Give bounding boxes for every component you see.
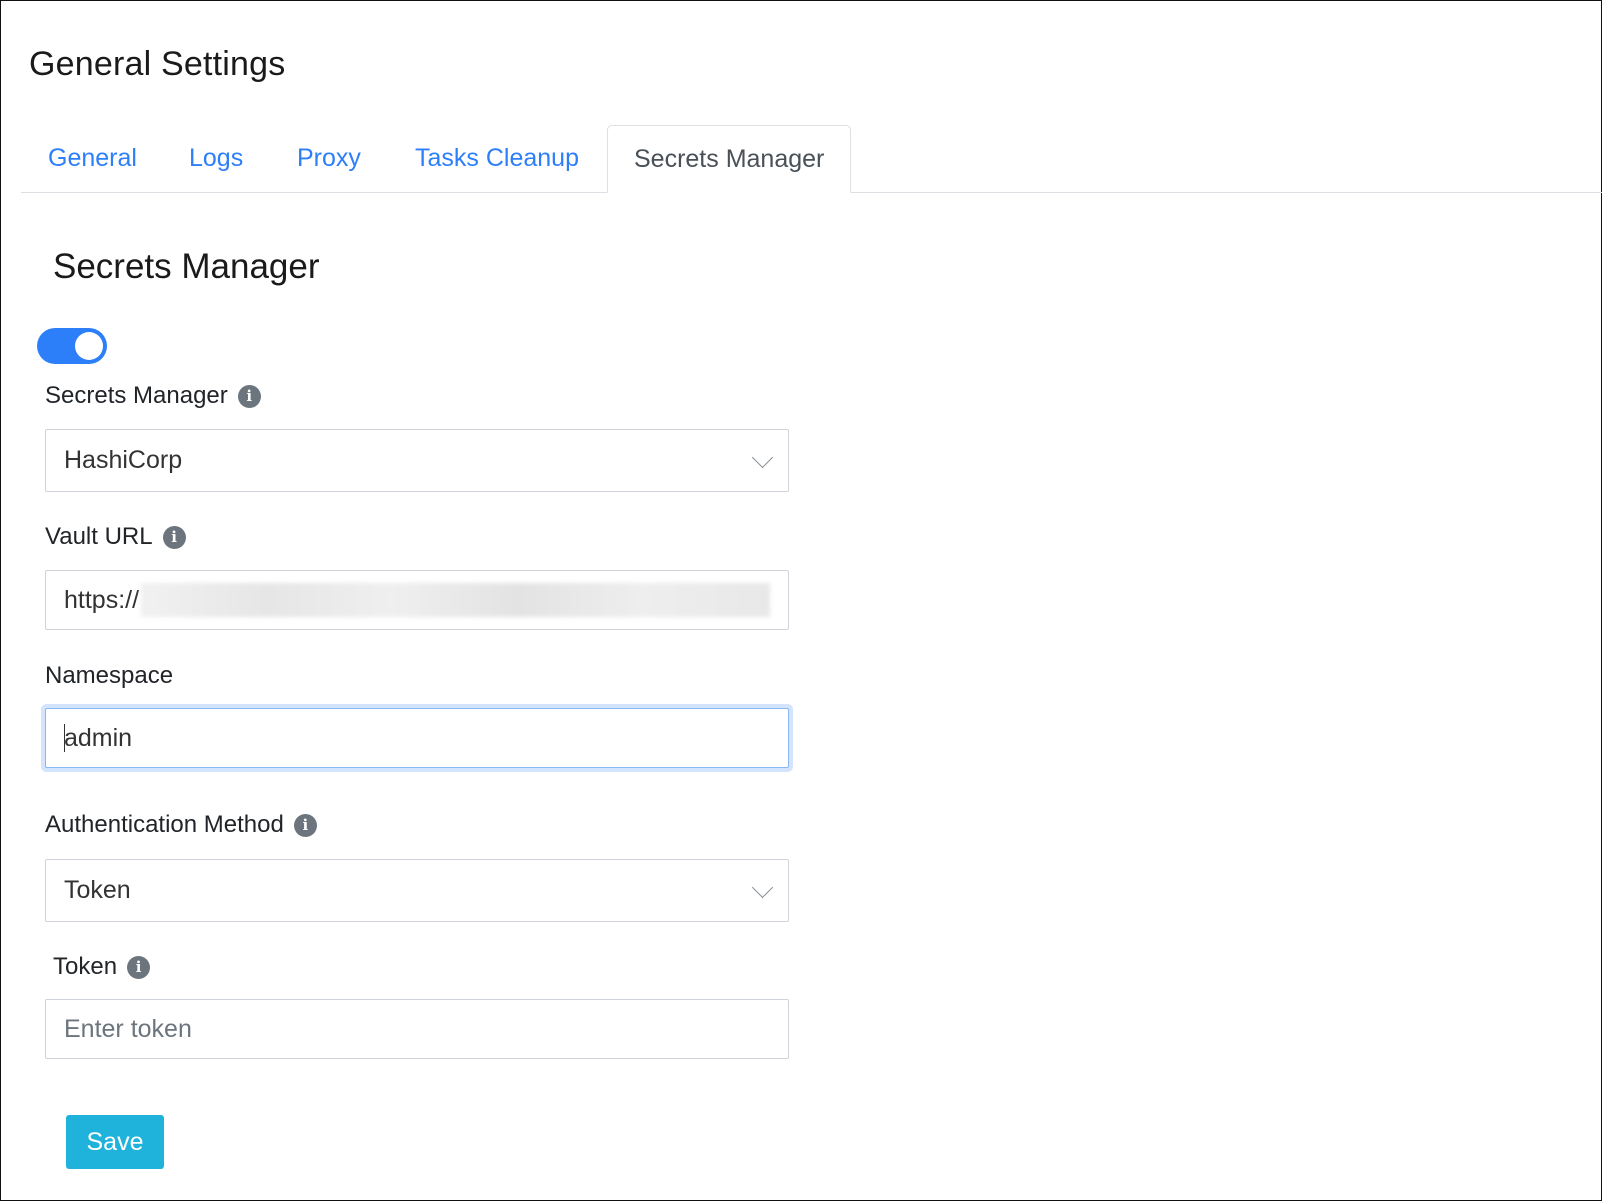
save-button[interactable]: Save xyxy=(66,1115,164,1169)
tab-proxy[interactable]: Proxy xyxy=(297,125,361,191)
secrets-manager-toggle[interactable] xyxy=(37,328,107,364)
tab-bar: General Logs Proxy Tasks Cleanup Secrets… xyxy=(21,125,1602,193)
info-icon[interactable]: i xyxy=(293,813,317,837)
token-label-row: Token i xyxy=(53,953,151,981)
info-icon[interactable]: i xyxy=(162,525,186,549)
token-input[interactable]: Enter token xyxy=(45,999,789,1059)
namespace-value: admin xyxy=(64,723,133,752)
vault-url-label: Vault URL xyxy=(45,523,153,550)
namespace-input[interactable]: admin xyxy=(45,708,789,768)
auth-method-label: Authentication Method xyxy=(45,811,284,838)
namespace-label-row: Namespace xyxy=(45,662,173,690)
tab-tasks-cleanup[interactable]: Tasks Cleanup xyxy=(415,125,579,191)
secrets-manager-select-value: HashiCorp xyxy=(64,446,183,474)
toggle-knob xyxy=(75,332,103,360)
secrets-manager-label: Secrets Manager xyxy=(45,382,228,409)
chevron-down-icon xyxy=(751,876,774,898)
page-title: General Settings xyxy=(29,45,286,83)
redacted-url-blur xyxy=(141,583,770,617)
auth-method-label-row: Authentication Method i xyxy=(45,811,317,839)
vault-url-input[interactable]: https:// xyxy=(45,570,789,630)
auth-method-select[interactable]: Token xyxy=(45,859,789,922)
settings-window: General Settings General Logs Proxy Task… xyxy=(0,0,1602,1201)
chevron-down-icon xyxy=(751,446,774,468)
secrets-manager-label-row: Secrets Manager i xyxy=(45,382,261,410)
token-placeholder: Enter token xyxy=(64,1014,192,1043)
vault-url-label-row: Vault URL i xyxy=(45,523,186,551)
info-icon[interactable]: i xyxy=(127,955,151,979)
vault-url-value: https:// xyxy=(64,585,140,614)
auth-method-select-value: Token xyxy=(64,876,131,904)
token-label: Token xyxy=(53,953,118,980)
tab-secrets-manager[interactable]: Secrets Manager xyxy=(607,125,852,193)
section-title: Secrets Manager xyxy=(53,247,320,286)
tab-logs[interactable]: Logs xyxy=(189,125,243,191)
secrets-manager-select[interactable]: HashiCorp xyxy=(45,429,789,492)
tab-general[interactable]: General xyxy=(48,125,137,191)
namespace-label: Namespace xyxy=(45,662,174,689)
info-icon[interactable]: i xyxy=(237,384,261,408)
